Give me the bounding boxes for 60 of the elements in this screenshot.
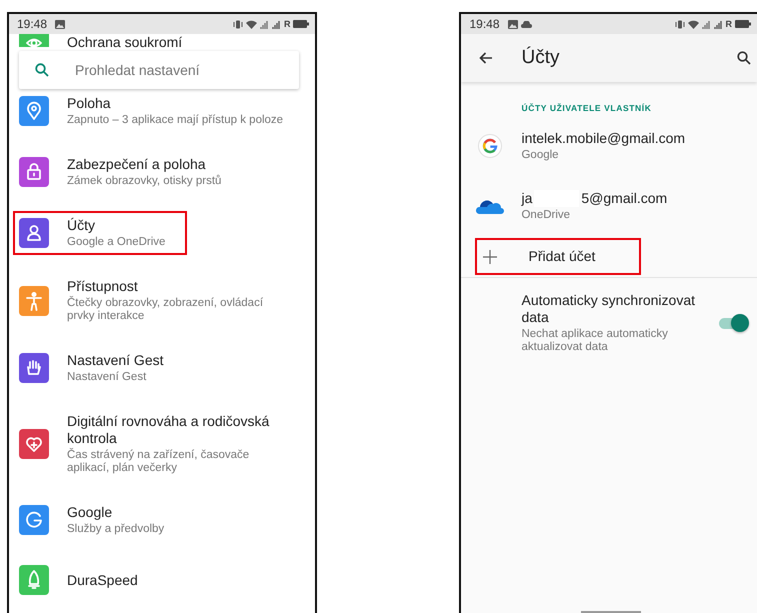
search-field[interactable]: Prohledat nastavení: [19, 51, 299, 89]
item-subtitle: Nastavení Gest: [67, 371, 148, 384]
account-email: ja 5@gmail.com: [521, 190, 668, 207]
account-provider: OneDrive: [521, 209, 572, 222]
wifi-icon: [688, 20, 698, 28]
settings-item[interactable]: Google Služby a předvolby: [13, 498, 186, 542]
screen-title: Účty: [521, 47, 560, 69]
settings-item[interactable]: Účty Google a OneDrive: [13, 211, 188, 255]
item-subtitle: Zapnuto – 3 aplikace mají přístup k poloze: [67, 114, 284, 127]
plus-icon: [483, 250, 498, 264]
image-icon: [55, 20, 66, 28]
status-time: 19:48: [17, 17, 48, 31]
item-subtitle: Služby a předvolby: [67, 523, 164, 536]
settings-item[interactable]: Zabezpečení a poloha Zámek obrazovky, otisky prstů: [13, 150, 244, 194]
account-provider: Google: [521, 149, 560, 162]
search-icon[interactable]: [737, 51, 751, 65]
battery-icon: [735, 20, 751, 28]
sync-subtitle: Nechat aplikace automaticky aktualizovat data: [521, 328, 669, 354]
settings-item[interactable]: Nastavení Gest Nastavení Gest: [13, 346, 186, 390]
item-title: DuraSpeed: [67, 572, 138, 588]
item-title: Ochrana soukromí: [67, 34, 182, 51]
item-title: Poloha: [67, 95, 112, 112]
sync-title: Automaticky synchronizovat data: [521, 292, 696, 326]
network-label: R: [726, 19, 732, 29]
item-title: Zabezpečení a poloha: [67, 156, 207, 173]
back-arrow-icon[interactable]: [479, 52, 494, 64]
settings-item[interactable]: DuraSpeed: [13, 559, 160, 601]
account-email: intelek.mobile@gmail.com: [521, 130, 686, 147]
signal-icon: [702, 20, 710, 28]
settings-item[interactable]: Přístupnost Čtečky obrazovky, zobrazení, ovládací prvky interakce: [13, 272, 311, 329]
cloud-icon: [475, 198, 506, 214]
settings-item[interactable]: Ochrana soukromí: [13, 34, 204, 53]
signal-icon: [260, 20, 269, 28]
account-item[interactable]: intelek.mobile@gmail.com Google: [461, 130, 686, 162]
item-title: Přístupnost: [67, 278, 139, 295]
item-title: Nastavení Gest: [67, 352, 164, 369]
signal-icon: [714, 20, 722, 28]
battery-icon: [293, 20, 310, 28]
section-header: ÚČTY UŽIVATELE VLASTNÍK: [521, 103, 652, 113]
signal-icon: [272, 20, 281, 28]
item-title: Účty: [67, 217, 96, 234]
item-subtitle: Zámek obrazovky, otisky prstů: [67, 175, 222, 188]
item-title: Digitální rovnováha a rodičovská kontrola: [67, 413, 270, 447]
vibrate-icon: [232, 20, 243, 28]
search-icon: [35, 63, 49, 77]
wifi-icon: [246, 20, 257, 28]
vibrate-icon: [674, 20, 684, 28]
image-icon: [508, 20, 518, 28]
network-label: R: [284, 19, 290, 29]
account-item[interactable]: ja 5@gmail.com OneDrive: [461, 190, 668, 222]
settings-item[interactable]: Digitální rovnováha a rodičovská kontrola Čas strávený na zařízení, časovače aplikací, plán večerky: [13, 407, 311, 481]
item-title: Google: [67, 504, 114, 521]
item-subtitle: Google a OneDrive: [67, 236, 166, 249]
toggle-switch[interactable]: [719, 313, 749, 333]
add-account-item[interactable]: Přidat účet: [475, 238, 642, 275]
status-time: 19:48: [469, 17, 500, 31]
cloud-icon: [520, 20, 532, 28]
item-subtitle: Čas strávený na zařízení, časovače aplikací, plán večerky: [67, 449, 250, 475]
settings-item[interactable]: Poloha Zapnuto – 3 aplikace mají přístup k poloze: [13, 89, 306, 133]
item-subtitle: Čtečky obrazovky, zobrazení, ovládací prvky interakce: [67, 297, 264, 323]
